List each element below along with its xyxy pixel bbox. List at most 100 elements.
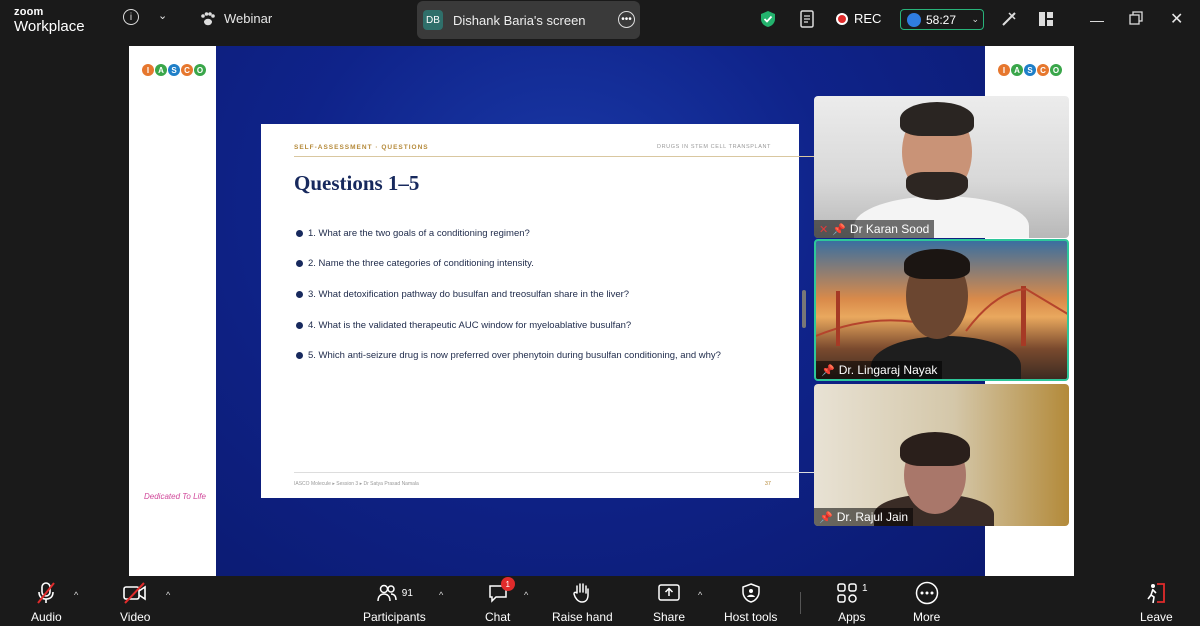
recording-indicator[interactable]: REC — [836, 11, 881, 26]
participant-name: Dr. Rajul Jain — [836, 510, 909, 524]
chat-label: Chat — [485, 610, 511, 624]
screen-share-indicator[interactable]: DB Dishank Baria's screen ••• — [417, 1, 640, 39]
slide-topic: DRUGS IN STEM CELL TRANSPLANT — [657, 144, 771, 150]
slide-rule — [294, 156, 902, 157]
apps-count: 1 — [862, 582, 868, 594]
list-item: 5. Which anti-seizure drug is now prefer… — [296, 340, 721, 371]
audio-label: Audio — [31, 610, 62, 624]
slide-footer: IASCO Molecule ▸ Session 3 ▸ Dr Satya Pr… — [294, 481, 419, 487]
document-icon[interactable] — [799, 10, 815, 28]
panel-resize-handle[interactable] — [802, 290, 806, 328]
share-options-caret-icon[interactable]: ^ — [698, 590, 702, 600]
more-button[interactable]: More — [913, 580, 940, 624]
participant-name: Dr. Lingaraj Nayak — [838, 363, 938, 377]
mic-muted-icon — [35, 580, 57, 606]
participant-name-tag: 📌 Dr. Lingaraj Nayak — [816, 361, 943, 379]
top-bar: zoom Workplace i ⌄ Webinar DB Dishank Ba… — [0, 0, 1200, 42]
participants-button[interactable]: 91 Participants — [363, 580, 426, 624]
shield-check-icon[interactable] — [760, 10, 776, 28]
list-item: 4. What is the validated therapeutic AUC… — [296, 310, 721, 341]
paw-icon — [201, 11, 215, 25]
video-tile[interactable]: 📌 Dr. Rajul Jain — [814, 384, 1069, 526]
slide-title: Questions 1–5 — [294, 171, 420, 195]
info-icon[interactable]: i — [123, 9, 139, 25]
dedicated-tagline: Dedicated To Life — [144, 492, 206, 501]
leave-label: Leave — [1140, 610, 1173, 624]
minimize-icon[interactable]: — — [1090, 12, 1104, 28]
slide-footer-rule — [294, 472, 902, 473]
video-button[interactable]: Video — [120, 580, 150, 624]
iasco-logo-right: I A S C O — [998, 64, 1062, 76]
pin-icon: 📌 — [821, 364, 835, 377]
sharer-name: Dishank Baria's screen — [453, 12, 586, 28]
bullet-icon — [296, 321, 303, 329]
chat-button[interactable]: 1 Chat — [485, 577, 515, 624]
camera-off-icon — [122, 580, 148, 606]
close-icon[interactable]: ✕ — [1170, 9, 1183, 29]
hand-icon — [571, 580, 593, 606]
host-tools-button[interactable]: Host tools — [724, 580, 777, 624]
sharer-avatar: DB — [423, 10, 443, 30]
brand-bottom: Workplace — [14, 18, 85, 35]
question-list: 1. What are the two goals of a condition… — [296, 218, 721, 371]
meeting-toolbar: Audio ^ Video ^ 91 Participants ^ 1 Chat… — [0, 576, 1200, 626]
apps-button[interactable]: 1 Apps — [836, 580, 868, 624]
iasco-logo-left: I A S C O — [142, 64, 206, 76]
rec-label: REC — [854, 11, 882, 26]
timer-value: 58:27 — [926, 12, 957, 27]
participants-options-caret-icon[interactable]: ^ — [439, 590, 443, 600]
webinar-indicator[interactable]: Webinar — [200, 11, 272, 26]
audio-button[interactable]: Audio — [31, 580, 62, 624]
leave-button[interactable]: Leave — [1140, 580, 1173, 624]
participant-name-tag: ✕ 📌 Dr Karan Sood — [814, 220, 935, 238]
raise-hand-label: Raise hand — [552, 610, 613, 624]
participants-icon — [377, 584, 397, 602]
brand-top: zoom — [14, 6, 44, 18]
shield-icon — [741, 580, 761, 606]
bullet-icon — [296, 290, 303, 298]
participant-name-tag: 📌 Dr. Rajul Jain — [814, 508, 914, 526]
toolbar-divider — [800, 592, 801, 614]
share-button[interactable]: Share — [653, 580, 685, 624]
more-options-icon[interactable]: ••• — [618, 11, 635, 28]
leave-icon — [1144, 580, 1168, 606]
meeting-timer[interactable]: 58:27 ⌄ — [900, 9, 984, 30]
mic-muted-icon: ✕ — [819, 223, 829, 236]
raise-hand-button[interactable]: Raise hand — [552, 580, 613, 624]
slide-section: SELF-ASSESSMENT · QUESTIONS — [294, 144, 429, 151]
more-label: More — [913, 610, 941, 624]
restore-icon[interactable] — [1129, 11, 1143, 25]
chevron-down-icon: ⌄ — [971, 14, 979, 24]
video-tile[interactable]: ✕ 📌 Dr Karan Sood — [814, 96, 1069, 238]
chat-options-caret-icon[interactable]: ^ — [524, 590, 528, 600]
chat-badge: 1 — [500, 577, 515, 591]
recording-dot-icon — [836, 12, 848, 25]
chevron-down-icon[interactable]: ⌄ — [158, 9, 167, 22]
layout-icon[interactable] — [1038, 11, 1054, 27]
video-tile-active-speaker[interactable]: 📌 Dr. Lingaraj Nayak — [814, 239, 1069, 381]
slide-card: SELF-ASSESSMENT · QUESTIONS DRUGS IN STE… — [261, 124, 902, 498]
list-item: 3. What detoxification pathway do busulf… — [296, 279, 721, 310]
apps-icon — [837, 583, 857, 603]
bullet-icon — [296, 352, 303, 360]
slide-page-number: 37 — [764, 481, 771, 487]
bullet-icon — [296, 260, 303, 268]
share-label: Share — [653, 610, 686, 624]
video-label: Video — [120, 610, 151, 624]
participant-name: Dr Karan Sood — [849, 222, 930, 236]
zoom-workplace-logo: zoom Workplace — [14, 6, 85, 35]
host-tools-label: Host tools — [724, 610, 778, 624]
timer-icon — [907, 12, 921, 27]
video-options-caret-icon[interactable]: ^ — [166, 590, 170, 600]
bullet-icon — [296, 229, 303, 237]
audio-options-caret-icon[interactable]: ^ — [74, 590, 78, 600]
pin-icon: 📌 — [819, 511, 833, 524]
webinar-label: Webinar — [224, 11, 273, 26]
apps-label: Apps — [838, 610, 866, 624]
participants-count: 91 — [401, 587, 413, 599]
more-icon — [915, 580, 939, 606]
list-item: 2. Name the three categories of conditio… — [296, 249, 721, 280]
pin-icon: 📌 — [832, 223, 846, 236]
annotate-icon[interactable] — [1000, 10, 1018, 28]
share-screen-icon — [657, 580, 681, 606]
